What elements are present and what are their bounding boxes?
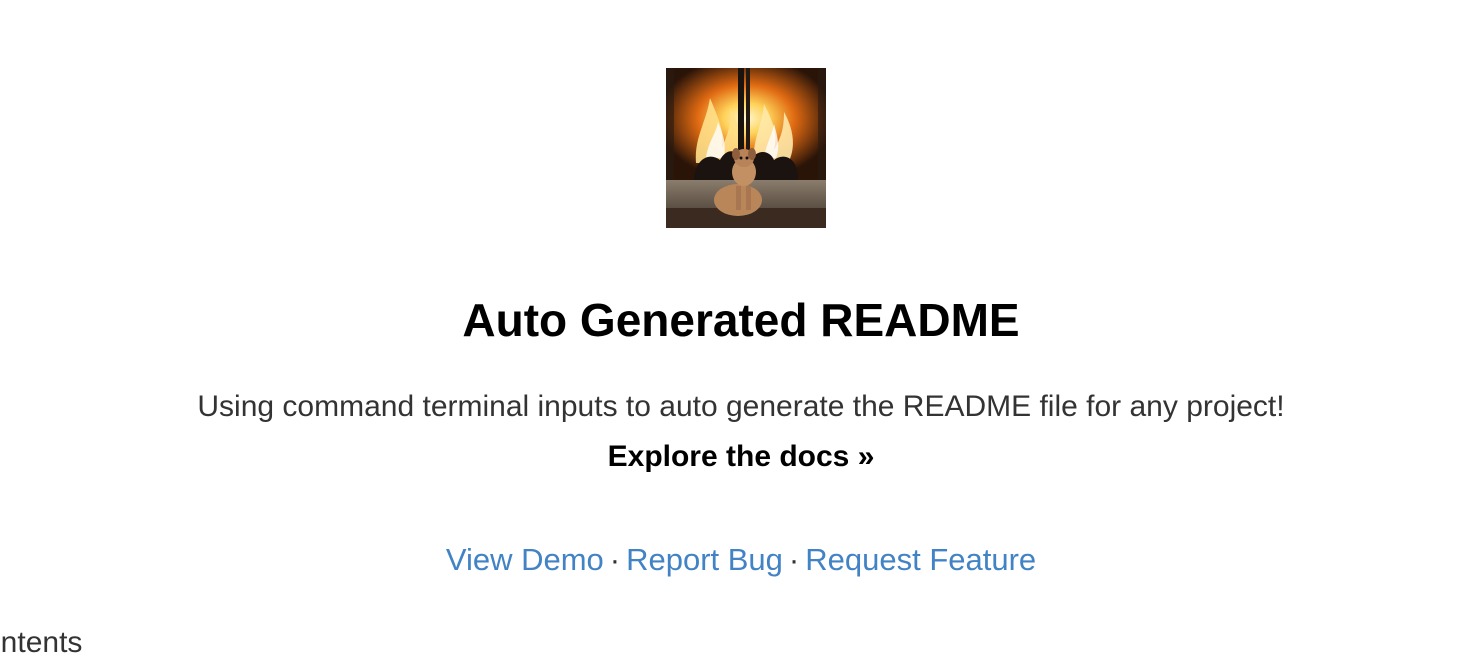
logo-image-link[interactable] [666,68,826,228]
page-title: Auto Generated README [462,294,1020,346]
readme-page: Auto Generated README Using command term… [0,0,1482,668]
report-bug-link[interactable]: Report Bug [626,542,783,577]
view-demo-link[interactable]: View Demo [446,542,604,577]
table-of-contents-toggle[interactable]: ontents [0,624,82,662]
project-links: View Demo · Report Bug · Request Feature [0,541,1482,579]
request-feature-link[interactable]: Request Feature [805,542,1036,577]
explore-docs-link[interactable]: Explore the docs » [0,438,1482,476]
logo-image [666,68,826,228]
link-separator: · [609,542,621,577]
link-separator: · [788,542,800,577]
project-description: Using command terminal inputs to auto ge… [197,390,1285,423]
